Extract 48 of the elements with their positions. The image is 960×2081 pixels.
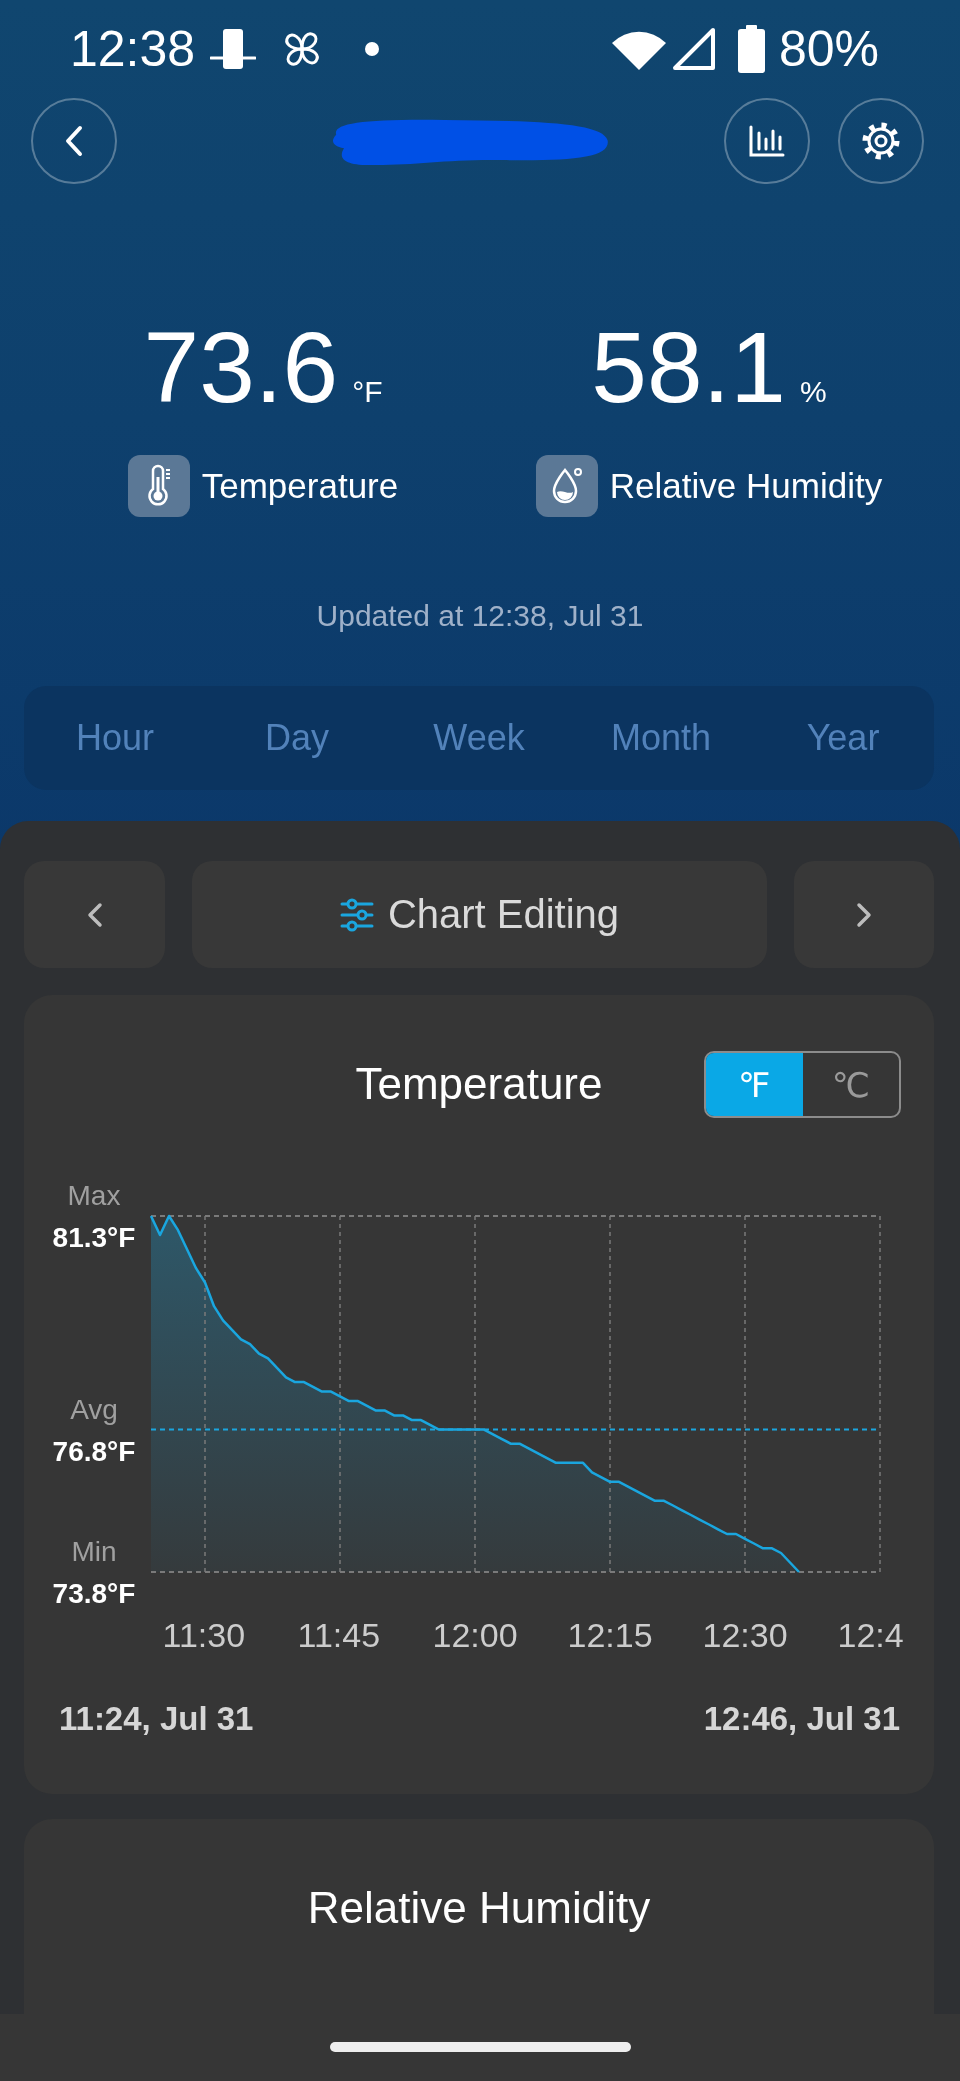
signal-icon (671, 27, 716, 71)
back-button[interactable] (31, 98, 117, 184)
period-tab[interactable]: Month (570, 686, 752, 790)
reading-value: 73.6 (143, 317, 339, 417)
settings-button[interactable] (838, 98, 924, 184)
x-axis-label: 11:45 (297, 1616, 381, 1654)
reading-label: Relative Humidity (609, 465, 883, 507)
reference-label: Avg (70, 1393, 118, 1425)
reading-label: Temperature (201, 465, 399, 507)
chevron-right-icon (856, 901, 872, 928)
range-start-label: 11:24, Jul 31 (59, 1699, 254, 1739)
reading-unit: % (799, 377, 827, 407)
unit-option[interactable]: ℉ (706, 1053, 803, 1116)
x-axis-label: 11:30 (162, 1616, 246, 1654)
reference-label: Min (71, 1536, 117, 1567)
status-time: 12:38 (70, 24, 196, 74)
sliders-icon (339, 897, 374, 932)
phone-dock-icon (210, 28, 257, 70)
x-axis-label: 12:4 (837, 1616, 904, 1654)
range-end-label: 12:46, Jul 31 (703, 1699, 900, 1739)
reading-value: 58.1 (591, 317, 786, 417)
y-axis-label: 76.8°F (52, 1435, 136, 1467)
y-axis-label: 73.8°F (52, 1578, 136, 1609)
reference-label: Max (67, 1180, 121, 1211)
battery-icon (737, 25, 765, 73)
period-tab[interactable]: Day (206, 686, 388, 790)
period-tab[interactable]: Year (752, 686, 934, 790)
y-axis-label: 81.3°F (52, 1222, 136, 1253)
settings-icon (861, 121, 901, 161)
chart-title: Temperature (355, 1058, 603, 1111)
bar-chart-icon (749, 125, 785, 157)
chevron-left-icon (86, 901, 103, 928)
battery-percent: 80% (778, 24, 879, 74)
chart-title: Relative Humidity (307, 1881, 651, 1934)
period-tab[interactable]: Week (388, 686, 570, 790)
x-axis-label: 12:00 (432, 1616, 518, 1654)
droplet-icon (535, 455, 598, 517)
updated-time-text: Updated at 12:38, Jul 31 (316, 598, 644, 634)
unit-option[interactable]: ℃ (802, 1053, 899, 1116)
chevron-left-icon (64, 125, 84, 157)
period-tab[interactable]: Hour (24, 686, 206, 790)
chart-editing-button[interactable]: Chart Editing (192, 861, 767, 968)
x-axis-label: 12:15 (567, 1616, 653, 1654)
notification-dot-icon (365, 42, 380, 56)
chart-button[interactable] (724, 98, 810, 184)
reading-unit: °F (352, 377, 383, 407)
thermometer-icon (127, 455, 190, 517)
x-axis-label: 12:30 (702, 1616, 788, 1654)
